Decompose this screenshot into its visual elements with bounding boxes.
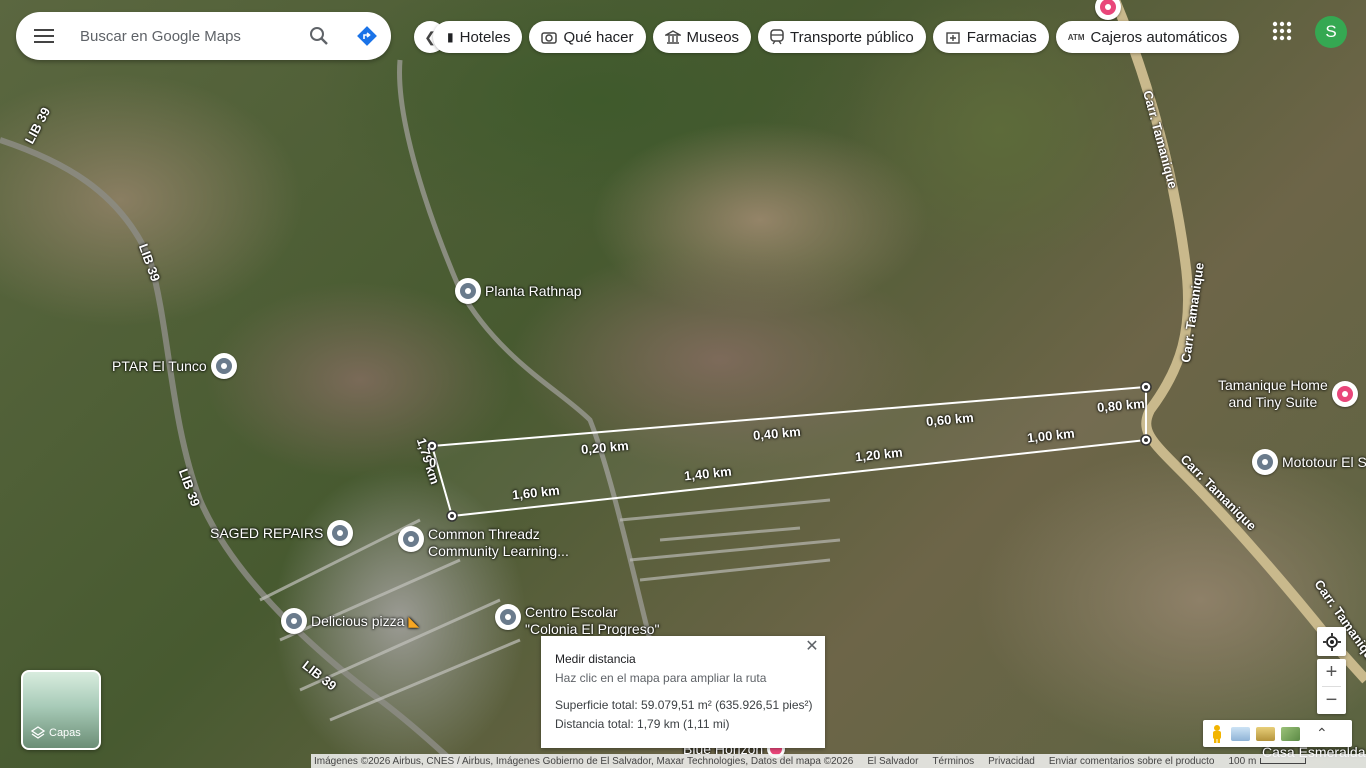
place-label-group: Centro Escolar "Colonia El Progreso" [525,604,659,638]
chip-label: Hoteles [459,28,511,46]
place-label: and Tiny Suite [1228,394,1318,410]
attribution-bar: Imágenes ©2026 Airbus, CNES / Airbus, Im… [311,754,1366,768]
pizza-icon: ◣ [408,612,420,629]
chip-label: Farmacias [966,28,1037,46]
layers-label: Capas [49,727,81,739]
measure-distance-card: ✕ Medir distancia Haz clic en el mapa pa… [541,636,825,748]
transit-layer-thumb[interactable] [1231,726,1250,741]
zoom-controls: + − [1317,659,1346,714]
search-input[interactable] [72,26,295,46]
minus-icon: − [1325,689,1338,711]
zoom-out-button[interactable]: − [1317,687,1346,714]
measure-title: Medir distancia [555,652,636,666]
place-label: PTAR El Tunco [112,357,207,374]
measure-area: Superficie total: 59.079,51 m² (635.926,… [555,698,813,712]
hamburger-icon [34,29,54,43]
bed-icon: ▮ [447,30,454,44]
place-label-group: Common Threadz Community Learning... [428,526,569,560]
privacy-link[interactable]: Privacidad [988,756,1035,767]
layers-button[interactable]: Capas [21,670,101,750]
measure-polygon[interactable] [426,381,1152,522]
location-pin-icon [327,520,354,546]
scale-line [1260,758,1307,764]
pharmacy-icon [946,32,960,44]
layers-label-group: Capas [31,726,81,740]
search-box [16,12,391,60]
chip-things-to-do[interactable]: Qué hacer [529,21,646,53]
search-button[interactable] [295,12,343,60]
place-label: Delicious pizza [311,612,405,629]
location-pin-icon [210,353,237,379]
plus-icon: + [1325,661,1338,683]
chip-hotels[interactable]: ▮ Hoteles [433,21,523,53]
chip-transit[interactable]: Transporte público [758,21,926,53]
location-pin-icon [281,608,307,634]
location-pin-icon [1252,449,1278,475]
traffic-layer-thumb[interactable] [1256,726,1275,741]
chip-museums[interactable]: Museos [652,21,752,53]
directions-icon [357,26,377,46]
close-measure-button[interactable]: ✕ [803,638,821,656]
my-location-icon [1322,632,1341,651]
close-icon: ✕ [805,638,819,655]
chip-label: Transporte público [790,28,914,46]
school-pin-icon [495,604,521,630]
category-chips: ❮ ▮ Hoteles Qué hacer Museos Transporte … [414,21,1240,53]
place-common-threadz[interactable]: Common Threadz Community Learning... [398,526,569,560]
search-icon [310,27,328,45]
place-delicious-pizza[interactable]: Delicious pizza ◣ [281,608,419,634]
place-label: Centro Escolar [525,604,618,620]
google-apps-button[interactable] [1268,17,1296,45]
layers-icon [31,726,45,739]
landmark-pin-icon [455,278,481,304]
account-avatar[interactable]: S [1315,16,1347,48]
zoom-in-button[interactable]: + [1317,659,1346,686]
scale-label: 100 m [1228,755,1257,767]
directions-button[interactable] [343,12,391,60]
feedback-link[interactable]: Enviar comentarios sobre el producto [1049,756,1215,767]
train-icon [770,29,784,45]
chevron-up-icon[interactable]: ⌃ [1316,725,1328,742]
bottom-right-controls: ⌃ [1203,720,1352,747]
chip-label: Qué hacer [563,28,634,46]
place-label: Common Threadz [428,526,540,542]
place-label-group: Tamanique Home and Tiny Suite [1218,377,1328,411]
apps-grid-icon [1272,21,1292,41]
museum-icon [664,30,681,44]
place-saged-repairs[interactable]: SAGED REPAIRS [210,520,354,546]
place-label: Mototour El S [1282,453,1366,470]
place-tamanique-home[interactable]: Tamanique Home and Tiny Suite [1218,377,1358,411]
scale-bar[interactable]: 100 m [1228,755,1307,767]
terms-link[interactable]: Términos [932,756,974,767]
measure-total-distance: Distancia total: 1,79 km (1,11 mi) [555,717,730,731]
place-label: Planta Rathnap [485,282,582,299]
camera-icon [541,32,558,44]
imagery-attribution: Imágenes ©2026 Airbus, CNES / Airbus, Im… [314,755,854,767]
my-location-button[interactable] [1317,627,1346,656]
place-ptar-el-tunco[interactable]: PTAR El Tunco [112,353,237,379]
place-label: Community Learning... [428,543,569,559]
place-top-hotel[interactable] [1095,0,1121,20]
chip-atms[interactable]: ATM Cajeros automáticos [1055,21,1240,53]
place-label: SAGED REPAIRS [210,524,324,541]
hotel-pin-icon [1095,0,1121,20]
chip-pharmacies[interactable]: Farmacias [932,21,1049,53]
atm-icon: ATM [1067,32,1085,42]
place-label: Tamanique Home [1218,377,1328,393]
pegman-icon[interactable] [1209,724,1225,744]
location-pin-icon [398,526,424,552]
hotel-pin-icon [1331,381,1358,407]
menu-button[interactable] [16,12,72,60]
distance-label: 0 [429,455,437,470]
country-link[interactable]: El Salvador [867,756,918,767]
chip-label: Museos [686,28,740,46]
terrain-layer-thumb[interactable] [1281,726,1300,741]
place-mototour[interactable]: Mototour El S [1252,449,1366,475]
place-planta-rathnap[interactable]: Planta Rathnap [455,278,582,304]
chip-label: Cajeros automáticos [1090,28,1228,46]
place-centro-escolar[interactable]: Centro Escolar "Colonia El Progreso" [495,604,659,638]
measure-hint: Haz clic en el mapa para ampliar la ruta [555,671,767,685]
